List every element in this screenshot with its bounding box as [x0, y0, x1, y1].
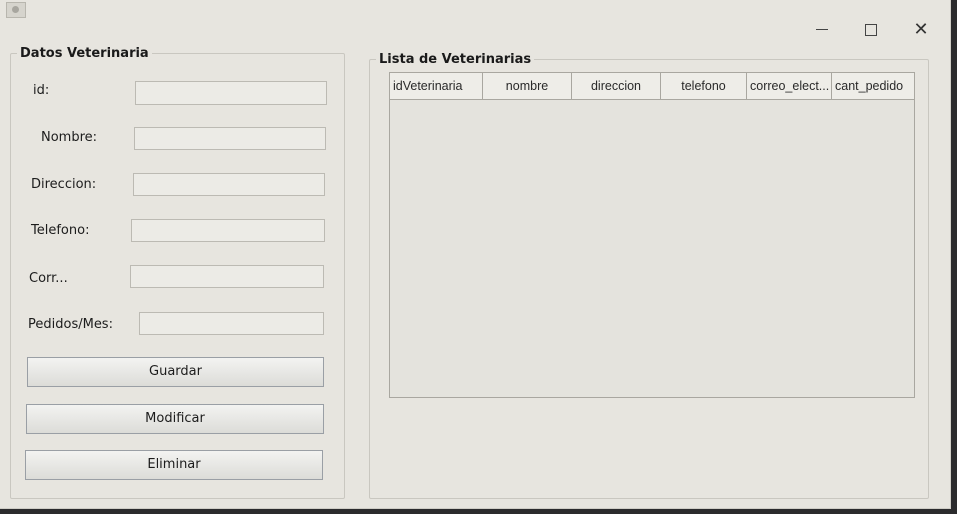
- datos-veterinaria-legend: Datos Veterinaria: [20, 46, 149, 61]
- close-icon: ✕: [913, 19, 929, 40]
- correo-field[interactable]: [130, 265, 324, 288]
- minimize-button[interactable]: [807, 18, 837, 42]
- direccion-label: Direccion:: [31, 177, 97, 192]
- direccion-field[interactable]: [133, 173, 325, 196]
- modificar-button[interactable]: Modificar: [26, 404, 324, 434]
- column-header-idveterinaria[interactable]: idVeterinaria: [390, 73, 483, 99]
- lista-veterinarias-legend: Lista de Veterinarias: [379, 52, 532, 67]
- app-window: ✕ Datos Veterinaria id: Nombre: Direccio…: [0, 0, 951, 509]
- column-header-cant-pedido[interactable]: cant_pedido: [832, 73, 914, 99]
- table-header: idVeterinaria nombre direccion telefono …: [390, 73, 914, 100]
- maximize-button[interactable]: [856, 18, 886, 42]
- close-button[interactable]: ✕: [906, 18, 936, 42]
- id-field[interactable]: [135, 81, 327, 105]
- java-cup-icon: [6, 2, 26, 18]
- telefono-field[interactable]: [131, 219, 325, 242]
- id-label: id:: [33, 83, 50, 98]
- pedidos-mes-label: Pedidos/Mes:: [28, 317, 113, 332]
- correo-label: Corr...: [29, 271, 68, 286]
- column-header-direccion[interactable]: direccion: [572, 73, 661, 99]
- column-header-telefono[interactable]: telefono: [661, 73, 747, 99]
- column-header-nombre[interactable]: nombre: [483, 73, 572, 99]
- eliminar-button[interactable]: Eliminar: [25, 450, 323, 480]
- column-header-correo[interactable]: correo_elect...: [747, 73, 832, 99]
- veterinarias-table[interactable]: idVeterinaria nombre direccion telefono …: [389, 72, 915, 398]
- guardar-button[interactable]: Guardar: [27, 357, 324, 387]
- telefono-label: Telefono:: [31, 223, 90, 238]
- nombre-label: Nombre:: [41, 130, 98, 145]
- nombre-field[interactable]: [134, 127, 326, 150]
- pedidos-mes-field[interactable]: [139, 312, 324, 335]
